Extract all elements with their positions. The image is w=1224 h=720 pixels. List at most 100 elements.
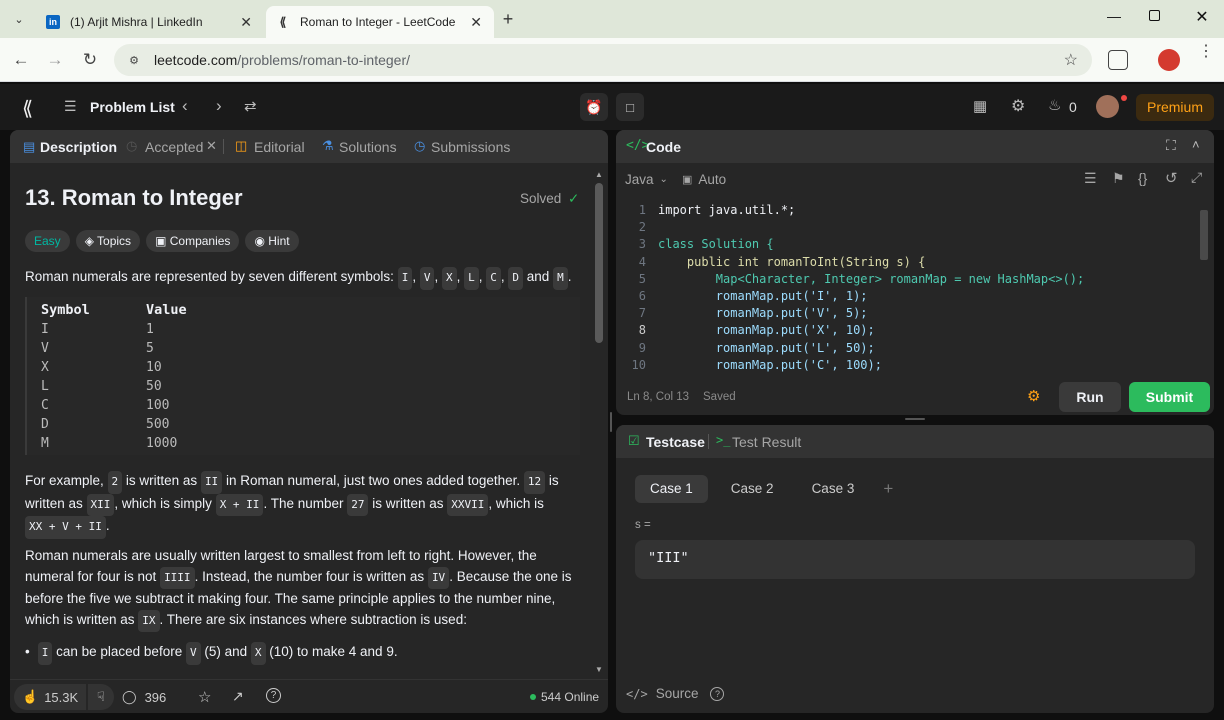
tab-solutions[interactable]: Solutions: [339, 139, 397, 155]
tab-editorial[interactable]: Editorial: [254, 139, 305, 155]
companies-tag[interactable]: ▣ Companies: [146, 230, 240, 252]
panel-splitter-vertical[interactable]: [610, 412, 612, 432]
reset-icon[interactable]: ↺: [1165, 169, 1178, 187]
collapse-icon[interactable]: ˄: [1192, 137, 1200, 152]
back-button[interactable]: ←: [9, 48, 33, 72]
next-problem-icon[interactable]: ›: [216, 96, 222, 116]
comments-button[interactable]: ◯ 396: [122, 689, 166, 705]
solutions-flask-icon: ⚗: [322, 138, 334, 153]
tab-submissions[interactable]: Submissions: [431, 139, 510, 155]
scroll-thumb[interactable]: [595, 183, 603, 343]
panel-splitter-horizontal[interactable]: [905, 418, 925, 420]
tab-testcase[interactable]: Testcase: [646, 434, 705, 450]
minimize-button[interactable]: —: [1104, 8, 1124, 28]
table-cell: 500: [146, 417, 170, 432]
format-icon[interactable]: ☰: [1084, 170, 1097, 187]
shuffle-icon[interactable]: ⇄: [244, 97, 257, 115]
language-select[interactable]: Java ⌄: [625, 172, 668, 187]
line-number: 2: [638, 220, 646, 235]
fullscreen-icon[interactable]: ⛶: [1166, 137, 1176, 154]
scroll-down-arrow[interactable]: ▼: [594, 665, 604, 674]
table-cell: L: [41, 379, 49, 394]
problem-title[interactable]: 13. Roman to Integer: [25, 185, 243, 211]
browser-tab-leetcode[interactable]: ⟪ Roman to Integer - LeetCode ✕: [266, 6, 494, 38]
extensions-icon[interactable]: [1108, 50, 1128, 70]
source-link[interactable]: </> Source ?: [626, 686, 725, 701]
tab-test-result[interactable]: Test Result: [732, 434, 801, 450]
case-tab-1[interactable]: Case 1: [635, 475, 708, 503]
editor-statusbar: Ln 8, Col 13 Saved ⚙ Run Submit: [616, 378, 1214, 415]
favorite-star-icon[interactable]: ☆: [198, 688, 211, 706]
dislike-button[interactable]: ☟: [88, 684, 114, 710]
tab-accepted[interactable]: Accepted: [145, 139, 203, 155]
site-info-icon[interactable]: ⚙: [124, 50, 144, 70]
editor-scrollbar[interactable]: [1200, 210, 1208, 260]
run-button[interactable]: Run: [1059, 382, 1121, 412]
submit-button[interactable]: Submit: [1129, 382, 1210, 412]
code-chip: IX: [138, 609, 160, 632]
expand-icon[interactable]: ⤢: [1191, 169, 1202, 186]
help-icon[interactable]: ?: [266, 688, 281, 703]
premium-button[interactable]: Premium: [1136, 94, 1214, 121]
close-accepted-icon[interactable]: ✕: [206, 138, 217, 154]
bookmark-star-icon[interactable]: ☆: [1064, 50, 1078, 70]
case-tab-2[interactable]: Case 2: [716, 475, 789, 503]
problem-list-link[interactable]: Problem List: [90, 99, 175, 115]
code-chip: I: [397, 267, 413, 290]
leetcode-logo-icon[interactable]: ⟪: [22, 96, 33, 121]
bullet-dot: •: [25, 644, 30, 659]
reload-button[interactable]: ↻: [78, 48, 102, 72]
forward-button[interactable]: →: [43, 48, 67, 72]
like-button[interactable]: ☝ 15.3K: [14, 684, 87, 710]
share-icon[interactable]: ↗: [232, 688, 244, 705]
timer-button[interactable]: ⏰: [580, 93, 608, 121]
line-number: 4: [638, 254, 646, 269]
new-tab-button[interactable]: +: [498, 9, 518, 29]
layout-grid-icon[interactable]: ▦: [973, 97, 987, 115]
close-window-button[interactable]: ✕: [1192, 7, 1212, 27]
code-editor[interactable]: 1 import java.util.*; 2 3 class Solution {…: [616, 202, 1200, 372]
tab-description[interactable]: Description: [40, 139, 117, 155]
linkedin-icon: in: [46, 15, 60, 29]
help-icon[interactable]: ?: [710, 686, 725, 701]
prev-problem-icon[interactable]: ‹: [182, 96, 188, 116]
case-tab-3[interactable]: Case 3: [797, 475, 870, 503]
streak-count: 0: [1069, 99, 1077, 115]
tab-search-button[interactable]: ⌄: [8, 8, 30, 30]
code-line: 6 romanMap.put('I', 1);: [616, 288, 1200, 305]
scroll-up-arrow[interactable]: ▲: [594, 170, 604, 179]
add-case-icon[interactable]: +: [877, 475, 899, 503]
braces-icon[interactable]: {}: [1138, 170, 1147, 186]
browser-tab-linkedin[interactable]: in (1) Arjit Mishra | LinkedIn ✕: [36, 6, 264, 38]
notes-button[interactable]: □: [616, 93, 644, 121]
lock-icon: ▣: [682, 174, 693, 186]
code-chip: II: [200, 471, 223, 494]
code-line: 1 import java.util.*;: [616, 202, 1200, 219]
description-scrollbar[interactable]: ▲ ▼: [594, 170, 604, 674]
code-text: class Solution {: [658, 237, 774, 252]
table-header-cell: Value: [146, 302, 187, 318]
table-header-cell: Symbol: [41, 302, 90, 318]
hint-tag[interactable]: ◉ Hint: [245, 230, 299, 252]
address-bar[interactable]: ⚙ leetcode.com/problems/roman-to-integer…: [114, 44, 1092, 76]
text: is written as: [122, 473, 201, 488]
code-chip: X: [441, 267, 457, 290]
description-tabs: ▤ Description ◷ Accepted ✕ ◫ Editorial ⚗…: [10, 130, 608, 163]
browser-menu-icon[interactable]: ⋮: [1198, 44, 1214, 60]
maximize-button[interactable]: [1149, 10, 1160, 21]
table-row: L 50: [41, 377, 566, 396]
close-tab-icon[interactable]: ✕: [240, 14, 252, 31]
settings-gear-icon[interactable]: ⚙: [1011, 96, 1025, 116]
topics-tag[interactable]: ◈ Topics: [75, 230, 141, 252]
streak-flame-icon[interactable]: ♨: [1048, 96, 1061, 114]
bookmark-icon[interactable]: ⚑: [1112, 170, 1125, 187]
debug-bug-icon[interactable]: ⚙: [1027, 387, 1040, 405]
code-chip: L: [464, 267, 479, 290]
testcase-input[interactable]: "III": [635, 540, 1195, 579]
code-text: romanMap.put('V', 5);: [658, 306, 868, 321]
user-avatar[interactable]: [1096, 95, 1119, 118]
close-tab-icon[interactable]: ✕: [470, 14, 482, 31]
autocomplete-mode[interactable]: ▣ Auto: [682, 172, 726, 187]
text: in Roman numeral, just two ones added to…: [222, 473, 524, 488]
profile-avatar[interactable]: [1158, 49, 1180, 71]
